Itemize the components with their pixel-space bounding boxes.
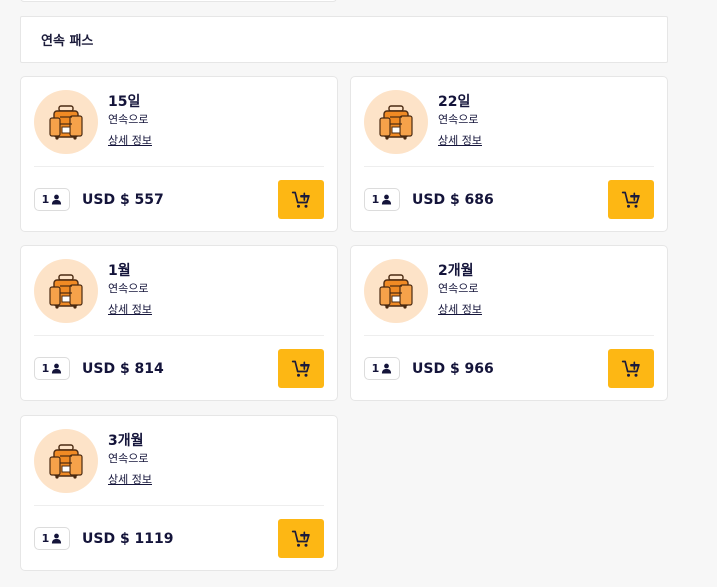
pass-subtitle: 연속으로 [108, 113, 149, 126]
passenger-count-value: 1 [41, 193, 50, 206]
pass-price: USD $ 557 [82, 192, 164, 208]
luggage-icon [34, 429, 98, 493]
add-to-cart-button[interactable] [278, 519, 324, 558]
add-to-cart-button[interactable] [278, 349, 324, 388]
pass-title: 15일 [108, 94, 141, 110]
pass-subtitle: 연속으로 [438, 113, 479, 126]
pass-subtitle: 연속으로 [108, 282, 149, 295]
add-to-cart-icon [291, 191, 310, 208]
card-divider [34, 166, 324, 167]
pass-price: USD $ 814 [82, 361, 164, 377]
pass-price: USD $ 1119 [82, 531, 174, 547]
section-title: 연속 패스 [41, 34, 94, 49]
person-icon [382, 194, 392, 205]
pass-title: 2개월 [438, 263, 474, 279]
passenger-count[interactable]: 1 [364, 357, 400, 380]
passenger-count[interactable]: 1 [34, 527, 70, 550]
details-link[interactable]: 상세 정보 [108, 302, 152, 318]
passenger-count[interactable]: 1 [34, 357, 70, 380]
passenger-count[interactable]: 1 [364, 188, 400, 211]
person-icon [52, 194, 62, 205]
pass-price: USD $ 966 [412, 361, 494, 377]
details-link[interactable]: 상세 정보 [438, 302, 482, 318]
add-to-cart-icon [291, 360, 310, 377]
pass-price: USD $ 686 [412, 192, 494, 208]
add-to-cart-icon [621, 191, 640, 208]
previous-card-edge [20, 0, 337, 2]
pass-title: 3개월 [108, 433, 144, 449]
pass-list-page: 연속 패스 15일 연속으로 상세 정보 1 USD $ 557 22일 연속으… [0, 0, 717, 587]
person-icon [382, 363, 392, 374]
pass-card: 15일 연속으로 상세 정보 1 USD $ 557 [20, 76, 338, 232]
card-divider [34, 335, 324, 336]
pass-title: 1월 [108, 263, 131, 279]
details-link[interactable]: 상세 정보 [108, 133, 152, 149]
details-link[interactable]: 상세 정보 [438, 133, 482, 149]
luggage-icon [34, 259, 98, 323]
luggage-icon [34, 90, 98, 154]
pass-subtitle: 연속으로 [108, 452, 149, 465]
add-to-cart-icon [291, 530, 310, 547]
passenger-count-value: 1 [41, 532, 50, 545]
luggage-icon [364, 90, 428, 154]
section-header: 연속 패스 [20, 16, 668, 63]
pass-card: 1월 연속으로 상세 정보 1 USD $ 814 [20, 245, 338, 401]
card-divider [364, 166, 654, 167]
pass-subtitle: 연속으로 [438, 282, 479, 295]
add-to-cart-button[interactable] [608, 349, 654, 388]
passenger-count-value: 1 [41, 362, 50, 375]
passenger-count-value: 1 [371, 193, 380, 206]
pass-title: 22일 [438, 94, 471, 110]
person-icon [52, 363, 62, 374]
passenger-count-value: 1 [371, 362, 380, 375]
passenger-count[interactable]: 1 [34, 188, 70, 211]
luggage-icon [364, 259, 428, 323]
add-to-cart-icon [621, 360, 640, 377]
card-divider [364, 335, 654, 336]
pass-card: 3개월 연속으로 상세 정보 1 USD $ 1119 [20, 415, 338, 571]
card-divider [34, 505, 324, 506]
person-icon [52, 533, 62, 544]
pass-card: 22일 연속으로 상세 정보 1 USD $ 686 [350, 76, 668, 232]
details-link[interactable]: 상세 정보 [108, 472, 152, 488]
add-to-cart-button[interactable] [608, 180, 654, 219]
pass-card: 2개월 연속으로 상세 정보 1 USD $ 966 [350, 245, 668, 401]
add-to-cart-button[interactable] [278, 180, 324, 219]
